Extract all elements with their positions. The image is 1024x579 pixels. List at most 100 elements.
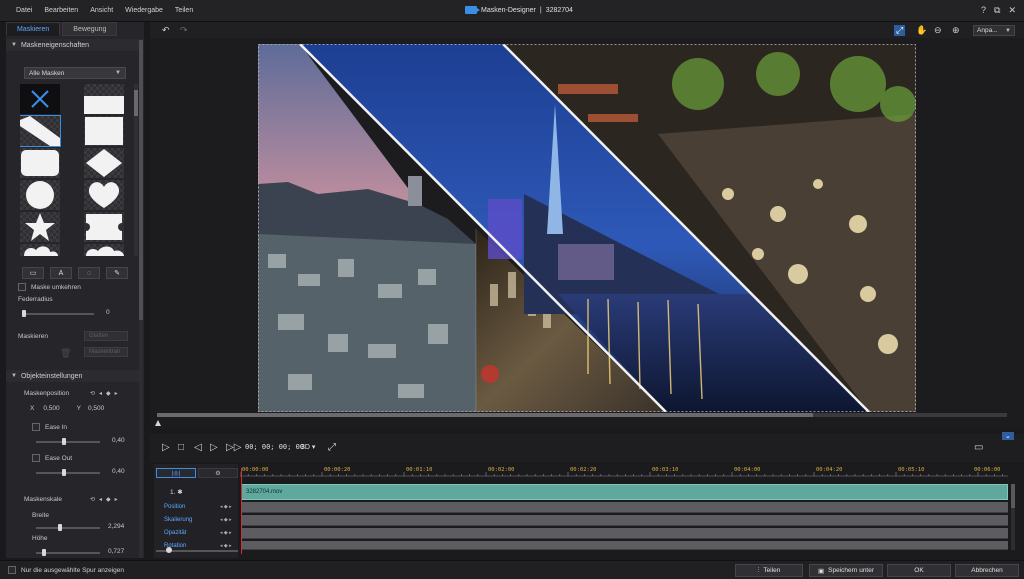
property-position[interactable]: Position (164, 504, 185, 510)
restore-icon[interactable]: ⧉ (994, 5, 1000, 16)
brush-mask-button[interactable]: ◌ (78, 267, 100, 279)
keyframe-diamond-icon[interactable]: ◂ ◆ ▸ (220, 543, 232, 549)
feather-slider[interactable] (22, 310, 94, 317)
mask-shape-cloud-b[interactable] (84, 244, 124, 256)
fast-forward-icon[interactable]: ▷▷ (226, 442, 241, 453)
position-keyframe-lane[interactable] (241, 502, 1008, 513)
cancel-button[interactable]: Abbrechen (955, 564, 1019, 577)
width-slider-knob[interactable] (58, 524, 62, 531)
monitor-icon[interactable]: ▭ (974, 442, 983, 453)
tab-maskieren[interactable]: Maskieren (6, 22, 61, 36)
property-opazitaet[interactable]: Opazität (164, 530, 186, 536)
shape-grid-scrollbar[interactable] (134, 84, 138, 256)
only-selected-track-checkbox[interactable] (8, 566, 16, 574)
prev-keyframe-icon[interactable]: ◂ (99, 496, 102, 503)
keyframe-diamond-icon[interactable]: ◆ (106, 496, 111, 503)
redo-icon[interactable]: ↷ (180, 25, 188, 36)
menu-bearbeiten[interactable]: Bearbeiten (44, 7, 78, 14)
next-keyframe-icon[interactable]: ▸ (115, 496, 118, 503)
mask-shape-circle[interactable] (20, 180, 60, 210)
invert-mask-checkbox[interactable] (18, 283, 26, 291)
timeline-playhead[interactable] (241, 468, 242, 554)
opacity-keyframe-lane[interactable] (241, 528, 1008, 539)
save-as-button[interactable]: ▣ Speichern unter (809, 564, 883, 577)
3d-mode-dropdown[interactable]: 3D ▾ (301, 443, 315, 451)
height-slider-knob[interactable] (42, 549, 46, 556)
mask-shape-cloud-a[interactable] (20, 244, 60, 256)
settings-tab[interactable]: ⚙ (198, 468, 238, 478)
close-icon[interactable]: ✕ (1008, 5, 1016, 16)
fullscreen-icon[interactable]: ⤢ (328, 442, 336, 453)
mask-shape-star[interactable] (20, 212, 60, 242)
scroll-thumb[interactable] (157, 413, 813, 417)
ease-in-slider-knob[interactable] (62, 438, 66, 445)
keyframe-diamond-icon[interactable]: ◆ (106, 390, 111, 397)
menu-ansicht[interactable]: Ansicht (90, 7, 113, 14)
left-panel-scrollbar[interactable] (139, 40, 143, 558)
mask-properties-header[interactable]: ▼ Maskeneigenschaften (6, 39, 142, 51)
image-mask-button[interactable]: ▭ (22, 267, 44, 279)
mask-shape-none[interactable] (20, 84, 60, 114)
tab-bewegung[interactable]: Bewegung (62, 22, 118, 36)
scale-keyframe-lane[interactable] (241, 515, 1008, 526)
timeline-zoom-slider[interactable] (156, 547, 238, 553)
timeline-zoom-knob[interactable] (166, 547, 172, 553)
ease-out-slider-knob[interactable] (62, 469, 66, 476)
ease-in-checkbox[interactable] (32, 423, 40, 431)
undo-icon[interactable]: ↶ (162, 25, 170, 36)
menu-teilen[interactable]: Teilen (175, 7, 193, 14)
video-preview[interactable] (258, 44, 916, 412)
help-icon[interactable]: ? (981, 5, 986, 16)
property-skalierung[interactable]: Skalierung (164, 517, 192, 523)
masking-mode-dropdown[interactable]: Glatten (84, 331, 128, 341)
video-clip[interactable]: 3282704.mov (241, 484, 1008, 500)
preview-horizontal-scrollbar[interactable] (157, 413, 1007, 417)
ease-in-slider[interactable] (36, 438, 100, 445)
next-keyframe-icon[interactable]: ▸ (115, 390, 118, 397)
pen-mask-button[interactable]: ✎ (106, 267, 128, 279)
track-view-tab[interactable]: |◎| (156, 468, 196, 478)
select-tool-icon[interactable]: ⤢ (894, 25, 906, 36)
menu-datei[interactable]: Datei (16, 7, 32, 14)
timeline-ruler[interactable]: 00:00:00 00:00:20 00:01:10 00:02:00 00:0… (240, 464, 1008, 482)
zoom-in-icon[interactable]: ⊕ (952, 25, 960, 36)
ok-button[interactable]: OK (887, 564, 951, 577)
keyframe-diamond-icon[interactable]: ◂ ◆ ▸ (220, 504, 232, 510)
next-frame-icon[interactable]: ▷ (210, 442, 218, 453)
feather-slider-knob[interactable] (22, 310, 26, 317)
mask-shape-ticket[interactable] (84, 212, 124, 242)
x-value-field[interactable]: 0,500 (43, 405, 59, 412)
scroll-thumb[interactable] (139, 40, 143, 320)
keyframe-diamond-icon[interactable]: ◂ ◆ ▸ (220, 517, 232, 523)
zoom-dropdown[interactable]: Anpa... ▼ (973, 25, 1015, 36)
reset-icon[interactable]: ⟲ (90, 390, 95, 397)
zoom-out-icon[interactable]: ⊖ (934, 25, 942, 36)
rotation-keyframe-lane[interactable] (241, 541, 1008, 550)
trash-icon[interactable]: 🗑 (60, 348, 71, 359)
height-slider[interactable] (36, 549, 100, 556)
mask-shape-bar[interactable] (84, 84, 124, 114)
mask-transition-button[interactable]: Maskentran (84, 347, 128, 357)
y-value-field[interactable]: 0,500 (88, 405, 104, 412)
mask-shape-rectangle[interactable] (84, 116, 124, 146)
scroll-thumb[interactable] (1011, 484, 1015, 508)
keyframe-diamond-icon[interactable]: ◂ ◆ ▸ (220, 530, 232, 536)
width-slider[interactable] (36, 524, 100, 531)
mask-shape-diamond[interactable] (84, 148, 124, 178)
timeline-scrollbar[interactable] (1011, 484, 1015, 550)
previous-frame-icon[interactable]: ◁ (194, 442, 202, 453)
preview-playhead-marker[interactable] (155, 420, 161, 426)
ease-out-slider[interactable] (36, 469, 100, 476)
object-settings-header[interactable]: ▼ Objekteinstellungen (6, 370, 142, 382)
reset-icon[interactable]: ⟲ (90, 496, 95, 503)
split-button[interactable]: ⫶ Teilen (735, 564, 803, 577)
mask-shape-rounded-rect[interactable] (20, 148, 60, 178)
ease-out-checkbox[interactable] (32, 454, 40, 462)
stop-icon[interactable]: □ (178, 442, 184, 453)
mask-shape-heart[interactable] (84, 180, 124, 210)
play-icon[interactable]: ▷ (162, 442, 170, 453)
scroll-thumb[interactable] (134, 90, 138, 116)
mask-filter-dropdown[interactable]: Alle Masken ▼ (24, 67, 126, 79)
timecode-display[interactable]: 00; 00; 00; 00 (245, 443, 304, 451)
expand-panel-icon[interactable]: ⌄ (1002, 432, 1014, 440)
